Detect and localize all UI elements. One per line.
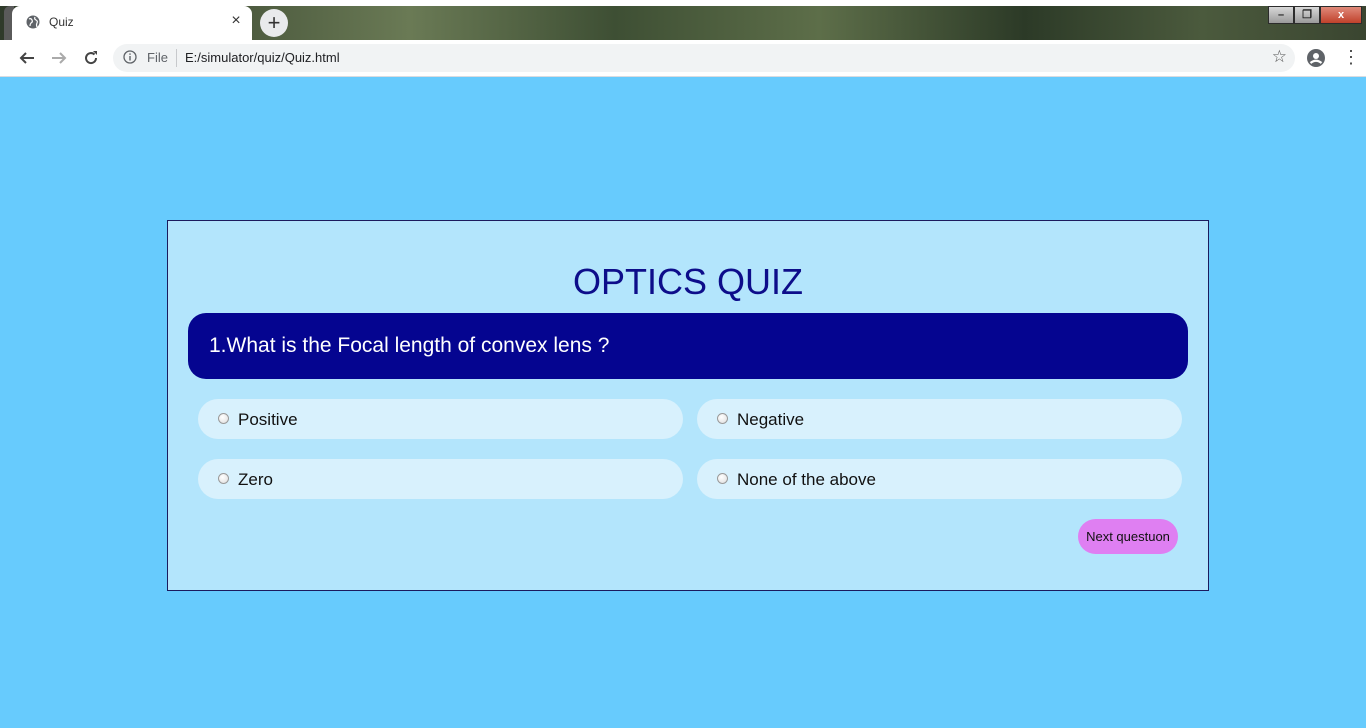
info-icon[interactable] [123, 50, 137, 64]
profile-icon[interactable] [1306, 48, 1326, 68]
option-zero[interactable]: Zero [198, 459, 683, 499]
question-text: 1.What is the Focal length of convex len… [209, 334, 610, 357]
radio-button[interactable] [218, 473, 229, 484]
question-box: 1.What is the Focal length of convex len… [188, 313, 1188, 379]
back-button[interactable] [17, 48, 37, 68]
arrow-left-icon [19, 52, 34, 64]
forward-button[interactable] [49, 48, 69, 68]
reload-button[interactable] [81, 48, 101, 68]
option-label: None of the above [737, 470, 876, 489]
radio-button[interactable] [218, 413, 229, 424]
option-label: Negative [737, 410, 805, 429]
quiz-card: OPTICS QUIZ 1.What is the Focal length o… [167, 220, 1209, 591]
new-tab-button[interactable]: + [260, 9, 288, 37]
close-window-button[interactable]: x [1320, 6, 1362, 24]
option-none-of-the-above[interactable]: None of the above [697, 459, 1182, 499]
restore-button[interactable]: ❐ [1294, 6, 1320, 24]
radio-button[interactable] [717, 413, 728, 424]
address-separator [176, 49, 177, 67]
option-label: Zero [238, 470, 273, 489]
window-controls: – ❐ x [1268, 6, 1362, 24]
tab-title: Quiz [49, 15, 74, 29]
tab-close-icon[interactable]: × [228, 13, 244, 29]
arrow-right-icon [52, 52, 67, 64]
option-negative[interactable]: Negative [697, 399, 1182, 439]
quiz-title: OPTICS QUIZ [572, 261, 803, 302]
globe-icon [26, 15, 40, 29]
url-scheme-label: File [147, 50, 168, 65]
option-positive[interactable]: Positive [198, 399, 683, 439]
url-text[interactable]: E:/simulator/quiz/Quiz.html [185, 50, 340, 65]
option-label: Positive [238, 410, 298, 429]
bookmark-star-icon[interactable]: ☆ [1272, 47, 1287, 67]
next-question-button[interactable]: Next questuon [1078, 519, 1178, 554]
browser-tab[interactable]: Quiz × [12, 6, 252, 40]
minimize-button[interactable]: – [1268, 6, 1294, 24]
browser-title-bar: Quiz × + – ❐ x [0, 0, 1366, 40]
page-body: OPTICS QUIZ 1.What is the Focal length o… [5, 77, 1366, 728]
address-bar[interactable]: File E:/simulator/quiz/Quiz.html ☆ [113, 44, 1295, 72]
more-menu-icon[interactable]: ⋮ [1342, 48, 1360, 68]
browser-toolbar: File E:/simulator/quiz/Quiz.html ☆ ⋮ [0, 40, 1366, 77]
reload-icon [85, 51, 98, 65]
radio-button[interactable] [717, 473, 728, 484]
